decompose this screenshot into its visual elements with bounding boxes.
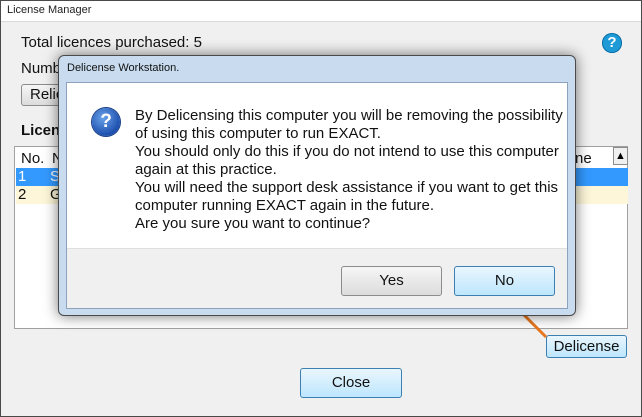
yes-button-label: Yes — [379, 272, 404, 289]
question-icon: ? — [92, 108, 120, 136]
delicense-dialog: Delicense Workstation. ? By Delicensing … — [58, 55, 576, 316]
message-line: computer running EXACT again in the futu… — [135, 197, 435, 214]
no-button[interactable]: No — [454, 266, 555, 296]
message-line: You should only do this if you do not in… — [135, 143, 559, 160]
yes-button[interactable]: Yes — [341, 266, 442, 296]
no-button-label: No — [494, 272, 515, 289]
dialog-message-area: ? By Delicensing this computer you will … — [67, 83, 567, 249]
dialog-body: ? By Delicensing this computer you will … — [66, 82, 568, 309]
message-line: again at this practice. — [135, 161, 277, 178]
message-line: By Delicensing this computer you will be… — [135, 107, 563, 124]
message-line: Are you sure you want to continue? — [135, 215, 371, 232]
message-line: You will need the support desk assistanc… — [135, 179, 559, 196]
message-line: of using this computer to run EXACT. — [135, 125, 381, 142]
dialog-title: Delicense Workstation. — [67, 62, 180, 74]
